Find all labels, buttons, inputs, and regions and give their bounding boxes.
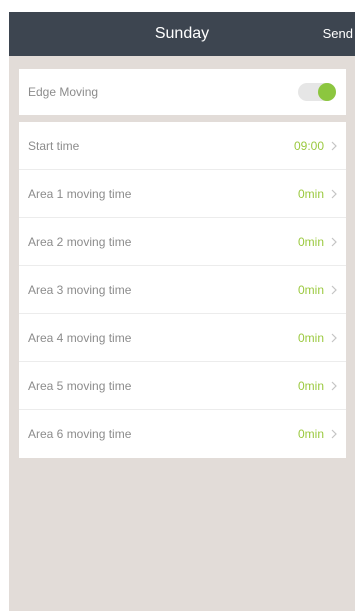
row-label: Area 5 moving time	[28, 378, 132, 393]
edge-moving-label: Edge Moving	[28, 85, 99, 99]
area-1-moving-time-row[interactable]: Area 1 moving time 0min	[19, 170, 346, 218]
row-value: 0min	[297, 330, 324, 345]
chevron-right-icon	[331, 266, 337, 313]
row-value: 0min	[297, 427, 324, 441]
edge-moving-row: Edge Moving	[19, 69, 346, 115]
row-label: Area 3 moving time	[28, 282, 132, 297]
row-value: 0min	[297, 282, 324, 297]
row-label: Area 1 moving time	[28, 186, 132, 201]
row-value: 0min	[297, 186, 324, 201]
chevron-right-icon	[331, 218, 337, 265]
app-screen: Sunday Send Edge Moving Start time 09:00…	[9, 12, 355, 611]
navigation-bar: Sunday Send	[9, 12, 355, 56]
chevron-right-icon	[331, 122, 337, 169]
row-value: 09:00	[293, 138, 324, 153]
settings-list: Start time 09:00 Area 1 moving time 0min…	[19, 122, 346, 458]
start-time-row[interactable]: Start time 09:00	[19, 122, 346, 170]
chevron-right-icon	[331, 170, 337, 217]
send-button[interactable]: Send	[323, 12, 353, 56]
row-label: Area 2 moving time	[28, 234, 132, 249]
area-6-moving-time-row[interactable]: Area 6 moving time 0min	[19, 410, 346, 458]
row-label: Area 6 moving time	[28, 427, 132, 441]
area-5-moving-time-row[interactable]: Area 5 moving time 0min	[19, 362, 346, 410]
area-4-moving-time-row[interactable]: Area 4 moving time 0min	[19, 314, 346, 362]
row-value: 0min	[297, 378, 324, 393]
page-title: Sunday	[154, 25, 210, 42]
row-value: 0min	[297, 234, 324, 249]
edge-moving-toggle[interactable]	[298, 83, 336, 101]
chevron-right-icon	[331, 314, 337, 361]
area-3-moving-time-row[interactable]: Area 3 moving time 0min	[19, 266, 346, 314]
row-label: Start time	[28, 138, 80, 153]
toggle-knob	[318, 83, 336, 101]
chevron-right-icon	[331, 362, 337, 409]
chevron-right-icon	[331, 410, 337, 458]
area-2-moving-time-row[interactable]: Area 2 moving time 0min	[19, 218, 346, 266]
row-label: Area 4 moving time	[28, 330, 132, 345]
